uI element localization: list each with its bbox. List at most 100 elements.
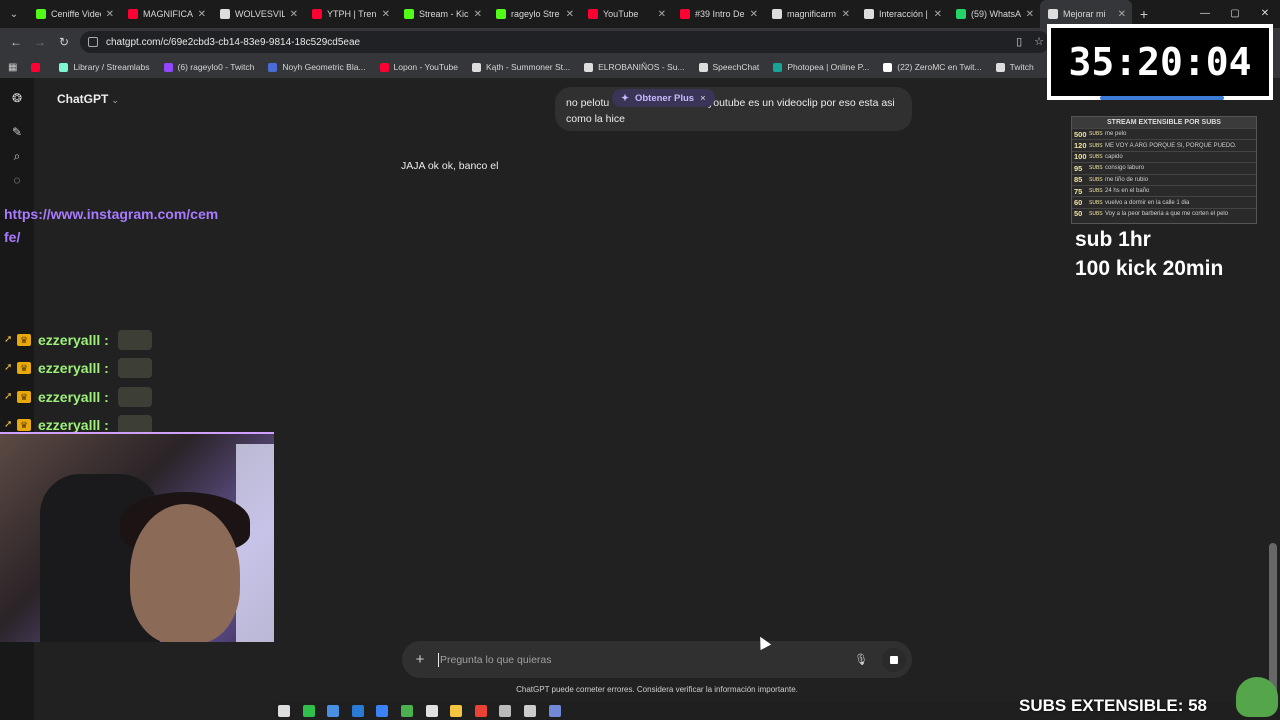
tab-close-icon[interactable]: ✕ [934, 9, 942, 20]
user-message-start: no pelotu [566, 97, 610, 109]
taskbar-app-icon[interactable] [278, 705, 290, 717]
bookmark-favicon-icon [471, 62, 481, 72]
goal-threshold: 60 [1074, 198, 1083, 208]
taskbar-app-icon[interactable] [524, 705, 536, 717]
bookmark-item[interactable]: Photopea | Online P... [773, 62, 869, 72]
taskbar-app-icon[interactable] [401, 705, 413, 717]
goal-threshold: 120 [1074, 141, 1087, 151]
taskbar-app-icon[interactable] [474, 705, 487, 717]
crown-badge-icon: ♛ [17, 390, 31, 403]
bookmark-favicon-icon [773, 62, 783, 72]
tab-close-icon[interactable]: ✕ [290, 9, 298, 20]
bookmark-item[interactable]: (6) rageylo0 - Twitch [163, 62, 254, 72]
new-tab-button[interactable]: + [1132, 6, 1156, 22]
webcam-feed [0, 432, 274, 642]
user-message-line2: como la hice [566, 113, 625, 125]
tab-search-icon[interactable]: ⌄ [0, 0, 28, 28]
bookmark-item[interactable]: Twitch [995, 62, 1034, 72]
browser-tab[interactable]: Ceniffe Video ✕ [28, 0, 120, 28]
extensible-goals-title: STREAM EXTENSIBLE POR SUBS [1072, 117, 1256, 128]
tab-close-icon[interactable]: ✕ [1026, 9, 1034, 20]
goal-text: consigo laburo [1105, 165, 1145, 172]
overlay-chat-message: ➚ ♛ ezzeryalll : [4, 357, 152, 379]
bookmark-item[interactable]: (22) ZeroMC en Twit... [883, 62, 982, 72]
browser-tab[interactable]: rageylo Stre ✕ [488, 0, 580, 28]
taskbar-app-icon[interactable] [499, 705, 512, 717]
timer-progress-bar [1100, 96, 1224, 100]
tab-close-icon[interactable]: ✕ [1118, 9, 1126, 20]
user-message: no pelotu e youtube es un videoclip por e… [555, 87, 912, 131]
library-icon[interactable]: ◌ [10, 173, 24, 187]
tab-close-icon[interactable]: ✕ [198, 9, 206, 20]
bookmark-item[interactable]: Kąth - Summoner St... [471, 62, 570, 72]
banana-badge-icon: ➚ [4, 362, 13, 374]
bookmark-item[interactable] [31, 62, 45, 72]
stop-button[interactable] [882, 647, 906, 672]
bookmark-label: Photopea | Online P... [787, 62, 870, 72]
bookmark-item[interactable]: Lopon - YouTube [379, 62, 458, 72]
tab-close-icon[interactable]: ✕ [750, 9, 758, 20]
search-icon[interactable]: ⌕ [10, 149, 24, 163]
chat-username: ezzeryalll : [38, 417, 109, 434]
goal-text: vuelvo a dormir en la calle 1 dia [1105, 199, 1190, 206]
taskbar-app-icon[interactable] [450, 705, 463, 717]
composer: + Pregunta lo que quieras 🎙︎ [402, 641, 912, 678]
close-icon[interactable]: × [700, 93, 706, 104]
tab-close-icon[interactable]: ✕ [474, 9, 482, 20]
browser-tab[interactable]: YouTube ✕ [580, 0, 672, 28]
get-plus-button[interactable]: ✦ Obtener Plus × [612, 89, 715, 107]
crown-badge-icon: ♛ [17, 362, 31, 375]
browser-tab[interactable]: YTPH | Tren ✕ [304, 0, 396, 28]
tab-title: Stream - Kick [419, 9, 469, 19]
back-icon[interactable]: ← [4, 35, 28, 49]
taskbar-app-icon[interactable] [376, 705, 389, 717]
address-bar[interactable]: chatgpt.com/c/69e2cbd3-cb14-83e9-9814-18… [80, 31, 1050, 53]
browser-tab[interactable]: magnificarm ✕ [764, 0, 856, 28]
forward-icon[interactable]: → [28, 35, 52, 49]
goal-unit: SUBS [1089, 153, 1103, 160]
bookmark-item[interactable]: Library / Streamlabs [59, 62, 150, 72]
tab-close-icon[interactable]: ✕ [658, 9, 666, 20]
bookmark-item[interactable]: Noyh Geometric Bla... [268, 62, 366, 72]
tab-close-icon[interactable]: ✕ [842, 9, 850, 20]
browser-tab[interactable]: Interacción | ✕ [856, 0, 948, 28]
bookmark-favicon-icon [163, 62, 173, 72]
goal-text: Voy a la peor barberia a que me corten e… [1105, 210, 1229, 217]
browser-tab[interactable]: Stream - Kick ✕ [396, 0, 488, 28]
bookmark-star-icon[interactable]: ☆ [1034, 35, 1044, 48]
url-text: chatgpt.com/c/69e2cbd3-cb14-83e9-9814-18… [106, 36, 361, 48]
pepe-emote [1236, 677, 1278, 717]
browser-tab[interactable]: WOLVESVILLE ✕ [212, 0, 304, 28]
tab-favicon-icon [36, 9, 46, 19]
browser-tab[interactable]: (59) WhatsA ✕ [948, 0, 1040, 28]
overlay-chat-message: ➚ ♛ ezzeryalll : [4, 386, 152, 408]
page-icon[interactable]: ▯ [1016, 35, 1022, 48]
overlay-chat-link: https://www.instagram.com/cem fe/ [4, 203, 218, 249]
taskbar-app-icon[interactable] [548, 705, 561, 717]
tab-close-icon[interactable]: ✕ [106, 9, 114, 20]
apps-icon[interactable]: ▦ [8, 62, 17, 73]
taskbar-app-icon[interactable] [327, 705, 340, 717]
site-info-icon[interactable] [88, 37, 98, 47]
tab-favicon-icon [864, 9, 874, 19]
taskbar-app-icon[interactable] [425, 705, 438, 717]
taskbar-app-icon[interactable] [351, 705, 364, 717]
taskbar-app-icon[interactable] [302, 705, 315, 717]
tab-close-icon[interactable]: ✕ [382, 9, 390, 20]
openai-logo-icon[interactable]: ❂ [10, 91, 24, 105]
browser-tab[interactable]: MAGNIFICA ✕ [120, 0, 212, 28]
extensible-goals-table: STREAM EXTENSIBLE POR SUBS 500 SUBS me pel… [1071, 116, 1257, 224]
microphone-icon[interactable]: 🎙︎ [854, 653, 868, 666]
reload-icon[interactable]: ↻ [52, 35, 76, 49]
tab-title: Ceniffe Video [51, 9, 101, 19]
tab-title: magnificarm [787, 9, 837, 19]
browser-tab[interactable]: #39 Intro De ✕ [672, 0, 764, 28]
add-attachment-icon[interactable]: + [405, 651, 435, 668]
prompt-input[interactable]: Pregunta lo que quieras [440, 654, 854, 666]
sparkle-icon: ✦ [621, 92, 629, 104]
bookmark-item[interactable]: ELROBANIÑOS - Su... [584, 62, 685, 72]
bookmark-item[interactable]: SpeechChat [698, 62, 759, 72]
tab-close-icon[interactable]: ✕ [566, 9, 574, 20]
new-chat-icon[interactable]: ✎ [10, 125, 24, 139]
model-selector[interactable]: ChatGPT ⌄ [57, 92, 119, 106]
